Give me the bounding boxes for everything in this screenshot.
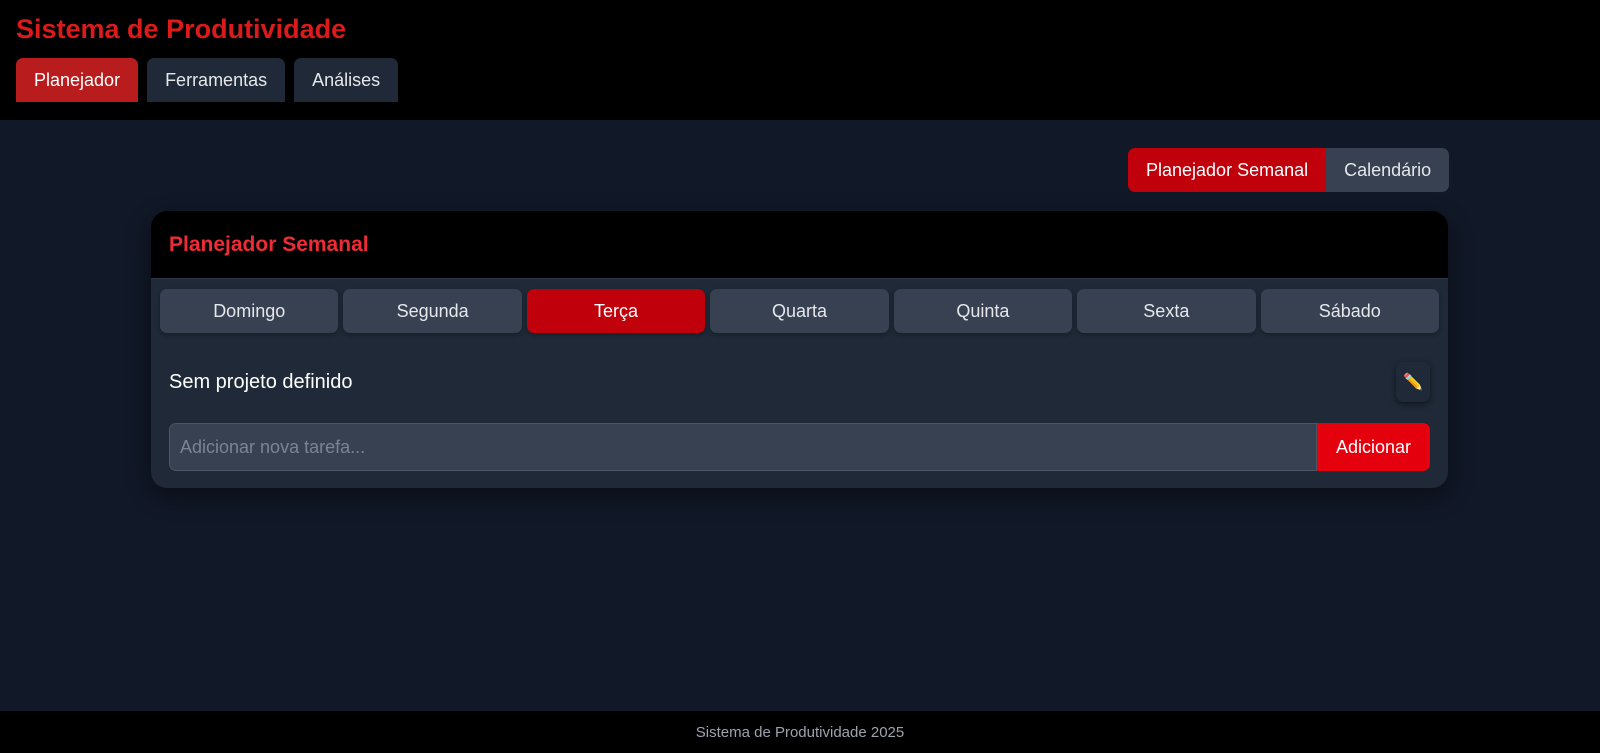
view-toggle: Planejador Semanal Calendário xyxy=(1128,148,1450,192)
day-tab-segunda[interactable]: Segunda xyxy=(343,289,522,333)
weekly-planner-button[interactable]: Planejador Semanal xyxy=(1128,148,1327,192)
day-tab-sexta[interactable]: Sexta xyxy=(1077,289,1256,333)
edit-project-button[interactable]: ✏️ xyxy=(1396,362,1430,402)
add-task-button[interactable]: Adicionar xyxy=(1317,423,1430,471)
task-input-row: Adicionar xyxy=(169,423,1430,471)
day-tab-quarta[interactable]: Quarta xyxy=(710,289,889,333)
calendar-button[interactable]: Calendário xyxy=(1326,148,1450,192)
day-tab-domingo[interactable]: Domingo xyxy=(160,289,339,333)
tab-ferramentas[interactable]: Ferramentas xyxy=(147,58,286,102)
card-title: Planejador Semanal xyxy=(169,232,369,256)
tab-planejador[interactable]: Planejador xyxy=(16,58,139,102)
main-tabs: Planejador Ferramentas Análises xyxy=(16,58,399,102)
pencil-icon: ✏️ xyxy=(1403,374,1423,391)
app-title: Sistema de Produtividade xyxy=(16,14,347,44)
tab-analises[interactable]: Análises xyxy=(294,58,399,102)
day-tab-terca[interactable]: Terça xyxy=(526,289,706,333)
day-tab-sabado[interactable]: Sábado xyxy=(1260,289,1439,333)
card-header: Planejador Semanal xyxy=(151,211,1448,279)
project-row: Sem projeto definido ✏️ xyxy=(169,361,1430,403)
day-tab-quinta[interactable]: Quinta xyxy=(893,289,1073,333)
new-task-input[interactable] xyxy=(169,423,1317,471)
project-label: Sem projeto definido xyxy=(169,370,353,393)
footer-text: Sistema de Produtividade 2025 xyxy=(695,723,905,741)
app-footer: Sistema de Produtividade 2025 xyxy=(0,711,1600,753)
weekly-planner-card: Planejador Semanal Domingo Segunda Terça… xyxy=(151,211,1448,488)
day-tabs: Domingo Segunda Terça Quarta Quinta Sext… xyxy=(160,289,1439,333)
app-header: Sistema de Produtividade Planejador Ferr… xyxy=(0,0,1600,120)
